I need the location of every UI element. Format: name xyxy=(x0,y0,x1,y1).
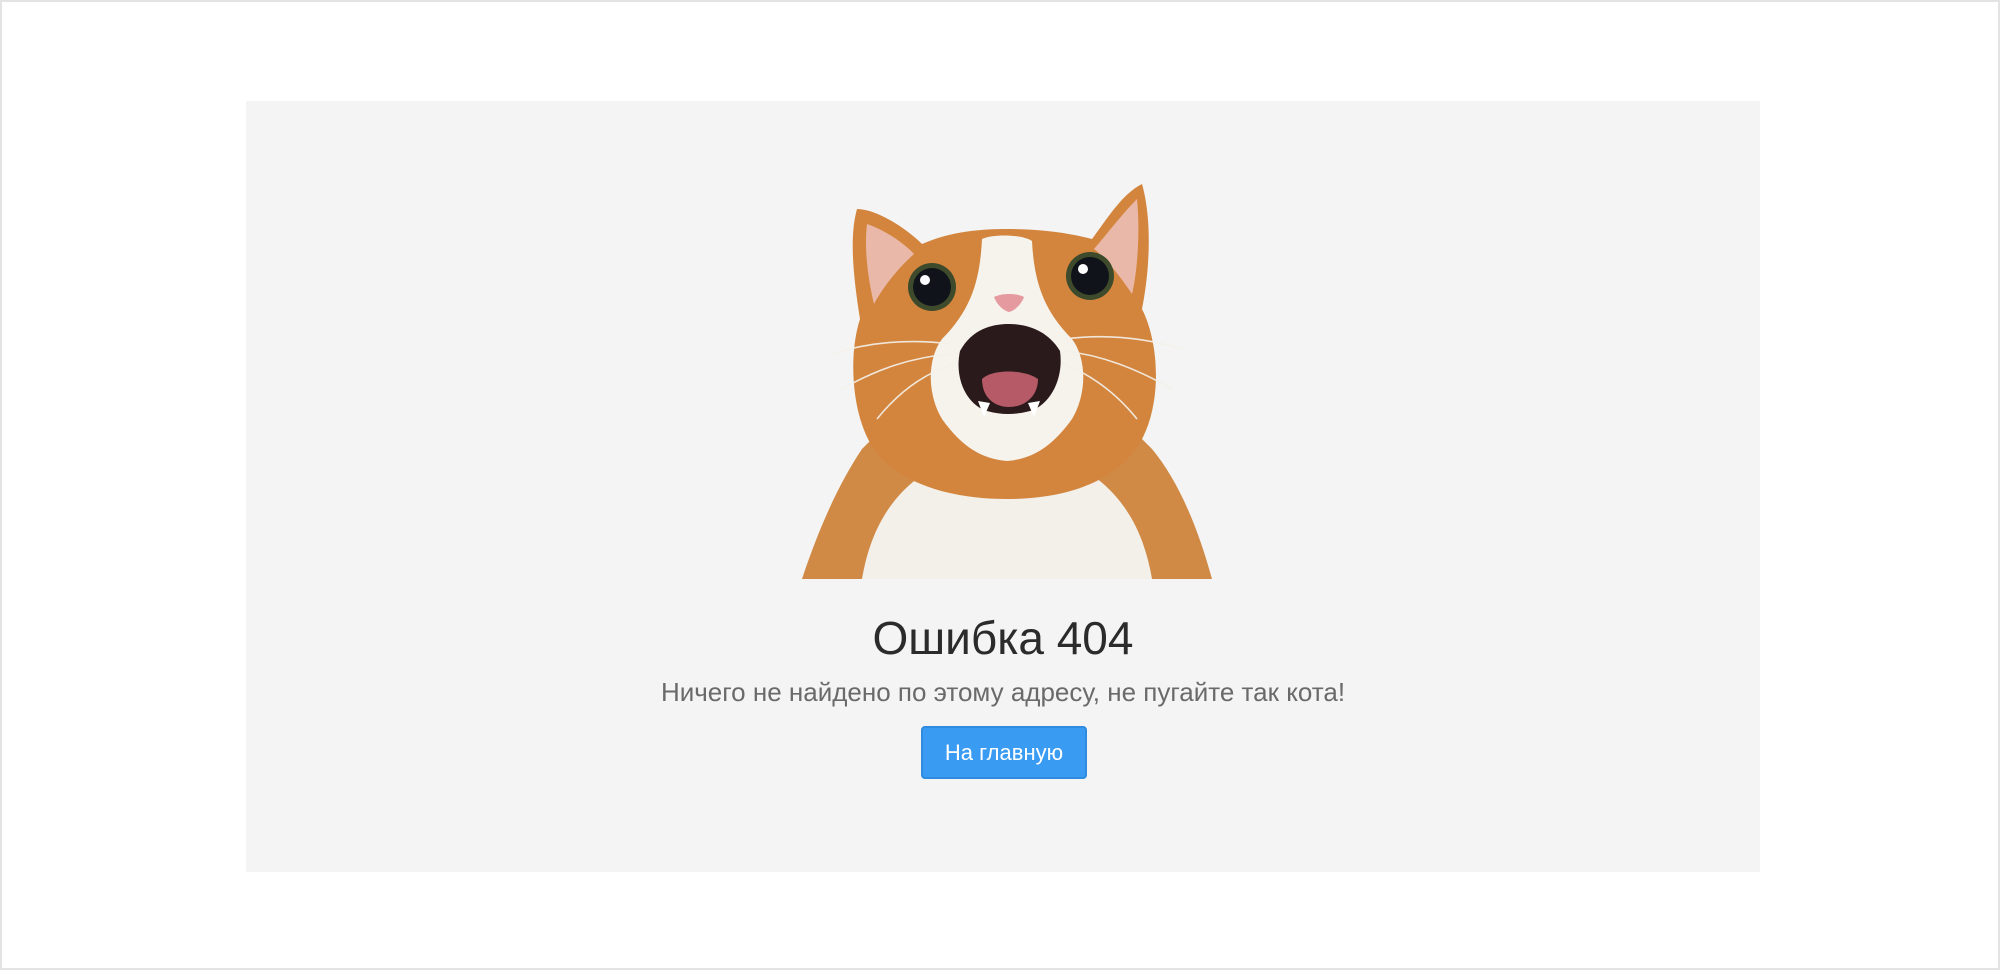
home-button[interactable]: На главную xyxy=(921,726,1087,779)
page-frame: Ошибка 404 Ничего не найдено по этому ад… xyxy=(0,0,2000,970)
error-panel: Ошибка 404 Ничего не найдено по этому ад… xyxy=(246,101,1760,872)
error-message: Ничего не найдено по этому адресу, не пу… xyxy=(660,677,1346,707)
page-title: Ошибка 404 xyxy=(872,612,1134,664)
surprised-cat-image xyxy=(802,179,1212,581)
